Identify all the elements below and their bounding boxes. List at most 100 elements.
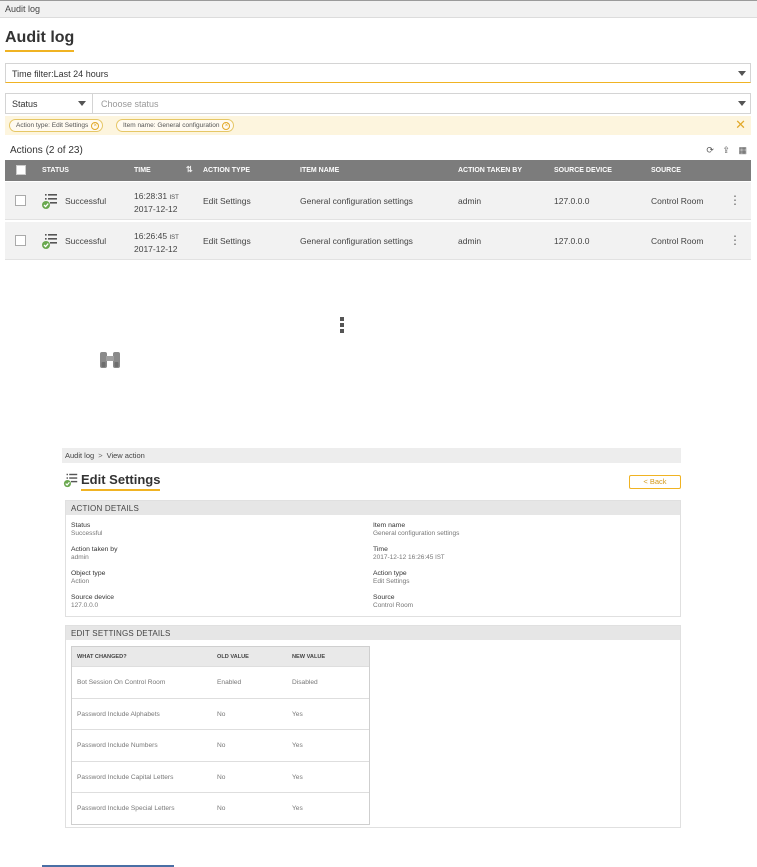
row-source-device: 127.0.0.0 <box>554 196 590 206</box>
audit-success-icon <box>63 473 78 488</box>
column-header-what-changed: WHAT CHANGED? <box>77 654 127 660</box>
remove-chip-icon[interactable]: × <box>91 122 100 130</box>
chevron-down-icon <box>738 71 746 76</box>
table-row: Password Include Special Letters No Yes <box>72 792 369 824</box>
field-value: General configuration settings <box>373 530 460 537</box>
row-date: 2017-12-12 <box>134 244 178 254</box>
field-label: Time <box>373 546 388 553</box>
table-row: Bot Session On Control Room Enabled Disa… <box>72 666 369 698</box>
table-row[interactable]: Successful 16:28:31 IST 2017-12-12 Edit … <box>5 182 751 220</box>
row-time-value: 16:26:45 <box>134 231 168 241</box>
kebab-menu-icon[interactable]: ⋮ <box>729 234 741 246</box>
row-action-type: Edit Settings <box>203 196 251 206</box>
time-filter-label: Time filter:Last 24 hours <box>12 69 109 79</box>
row-time: 16:28:31 IST 2017-12-12 <box>134 191 179 215</box>
old-value-cell: No <box>217 742 226 750</box>
kebab-menu-icon <box>340 317 344 333</box>
column-header-source-device[interactable]: SOURCE DEVICE <box>554 167 612 174</box>
changes-table: WHAT CHANGED? OLD VALUE NEW VALUE Bot Se… <box>71 646 370 825</box>
row-checkbox[interactable] <box>15 235 26 246</box>
source-field: Source Control Room <box>373 594 413 610</box>
field-label: Status <box>71 522 91 529</box>
audit-success-icon <box>42 234 57 249</box>
field-label: Action type <box>373 570 407 577</box>
app-title-bar: Audit log <box>0 0 757 18</box>
row-item-name: General configuration settings <box>300 236 413 246</box>
remove-chip-icon[interactable]: × <box>222 122 231 130</box>
source-device-field: Source device 127.0.0.0 <box>71 594 114 610</box>
actions-count: Actions (2 of 23) <box>10 145 83 156</box>
row-time-value: 16:28:31 <box>134 191 168 201</box>
kebab-menu-icon[interactable]: ⋮ <box>729 194 741 206</box>
columns-icon[interactable]: ▦ <box>738 145 747 155</box>
row-item-name: General configuration settings <box>300 196 413 206</box>
new-value-cell: Yes <box>292 742 303 750</box>
field-value: admin <box>71 554 89 561</box>
new-value-cell: Yes <box>292 805 303 813</box>
status-filter-row: Status Choose status <box>5 93 751 114</box>
field-label: Item name <box>373 522 406 529</box>
column-header-status[interactable]: STATUS <box>42 167 69 174</box>
view-action-title: Edit Settings <box>81 472 161 491</box>
old-value-cell: Enabled <box>217 679 242 686</box>
row-source: Control Room <box>651 196 704 206</box>
breadcrumb: Audit log > View action <box>62 448 681 463</box>
old-value-cell: No <box>217 710 226 718</box>
sort-icon[interactable]: ⇅ <box>186 165 193 174</box>
breadcrumb-separator: > <box>98 451 103 460</box>
table-row[interactable]: Successful 16:26:45 IST 2017-12-12 Edit … <box>5 222 751 260</box>
column-header-source[interactable]: SOURCE <box>651 167 681 174</box>
action-details-heading: ACTION DETAILS <box>66 501 680 515</box>
column-header-action-type[interactable]: ACTION TYPE <box>203 167 250 174</box>
column-header-new-value: NEW VALUE <box>292 654 326 660</box>
audit-success-icon <box>42 194 57 209</box>
column-header-action-taken-by[interactable]: ACTION TAKEN BY <box>458 167 522 174</box>
field-timezone: IST <box>435 555 445 561</box>
what-changed-cell: Password Include Alphabets <box>77 710 160 718</box>
table-row: Password Include Numbers No Yes <box>72 729 369 761</box>
status-field-select[interactable]: Status <box>6 94 93 113</box>
table-row: Password Include Capital Letters No Yes <box>72 760 369 793</box>
what-changed-cell: Bot Session On Control Room <box>77 679 166 686</box>
action-type-field: Action type Edit Settings <box>373 570 410 586</box>
action-details-panel: ACTION DETAILS Status Successful Action … <box>65 500 681 617</box>
old-value-cell: No <box>217 773 226 781</box>
taken-by-field: Action taken by admin <box>71 546 117 562</box>
row-action-type: Edit Settings <box>203 236 251 246</box>
filter-chip-label: Action type: Edit Settings <box>16 122 89 129</box>
column-header-old-value: OLD VALUE <box>217 654 249 660</box>
refresh-icon[interactable]: ⟳ <box>706 145 714 155</box>
status-field-label: Status <box>12 99 38 109</box>
back-button[interactable]: < Back <box>629 475 681 489</box>
export-icon[interactable]: ⇪ <box>722 145 730 155</box>
field-label: Source device <box>71 594 115 601</box>
choose-status-input[interactable]: Choose status <box>101 99 159 109</box>
new-value-cell: Yes <box>292 710 303 718</box>
new-value-cell: Disabled <box>292 679 318 686</box>
row-status: Successful <box>65 236 107 246</box>
clear-filters-icon[interactable]: ✕ <box>735 118 746 132</box>
row-action-taken-by: admin <box>458 236 482 246</box>
row-action-taken-by: admin <box>458 196 482 206</box>
row-checkbox[interactable] <box>15 195 26 206</box>
field-label: Object type <box>71 570 106 577</box>
breadcrumb-audit-log[interactable]: Audit log <box>65 451 94 460</box>
time-filter-dropdown[interactable]: Time filter:Last 24 hours <box>5 63 751 83</box>
chevron-down-icon[interactable] <box>738 101 746 106</box>
column-header-item-name[interactable]: ITEM NAME <box>300 167 339 174</box>
changes-table-header: WHAT CHANGED? OLD VALUE NEW VALUE <box>72 647 369 666</box>
field-value: 2017-12-12 16:26:45 <box>373 554 434 561</box>
time-field: Time 2017-12-12 16:26:45 IST <box>373 546 445 562</box>
binoculars-icon <box>100 352 120 368</box>
edit-settings-details-panel: EDIT SETTINGS DETAILS WHAT CHANGED? OLD … <box>65 625 681 828</box>
page-title: Audit log <box>5 29 75 52</box>
field-label: Action taken by <box>71 546 118 553</box>
table-toolbar: ⟳ ⇪ ▦ <box>700 145 747 156</box>
column-header-time[interactable]: TIME <box>134 167 151 174</box>
status-field: Status Successful <box>71 522 102 538</box>
what-changed-cell: Password Include Numbers <box>77 742 158 750</box>
filter-chip-item-name[interactable]: Item name: General configuration × <box>116 119 235 132</box>
select-all-checkbox[interactable] <box>16 165 26 175</box>
filter-chip-action-type[interactable]: Action type: Edit Settings × <box>9 119 104 132</box>
table-row: Password Include Alphabets No Yes <box>72 697 369 730</box>
